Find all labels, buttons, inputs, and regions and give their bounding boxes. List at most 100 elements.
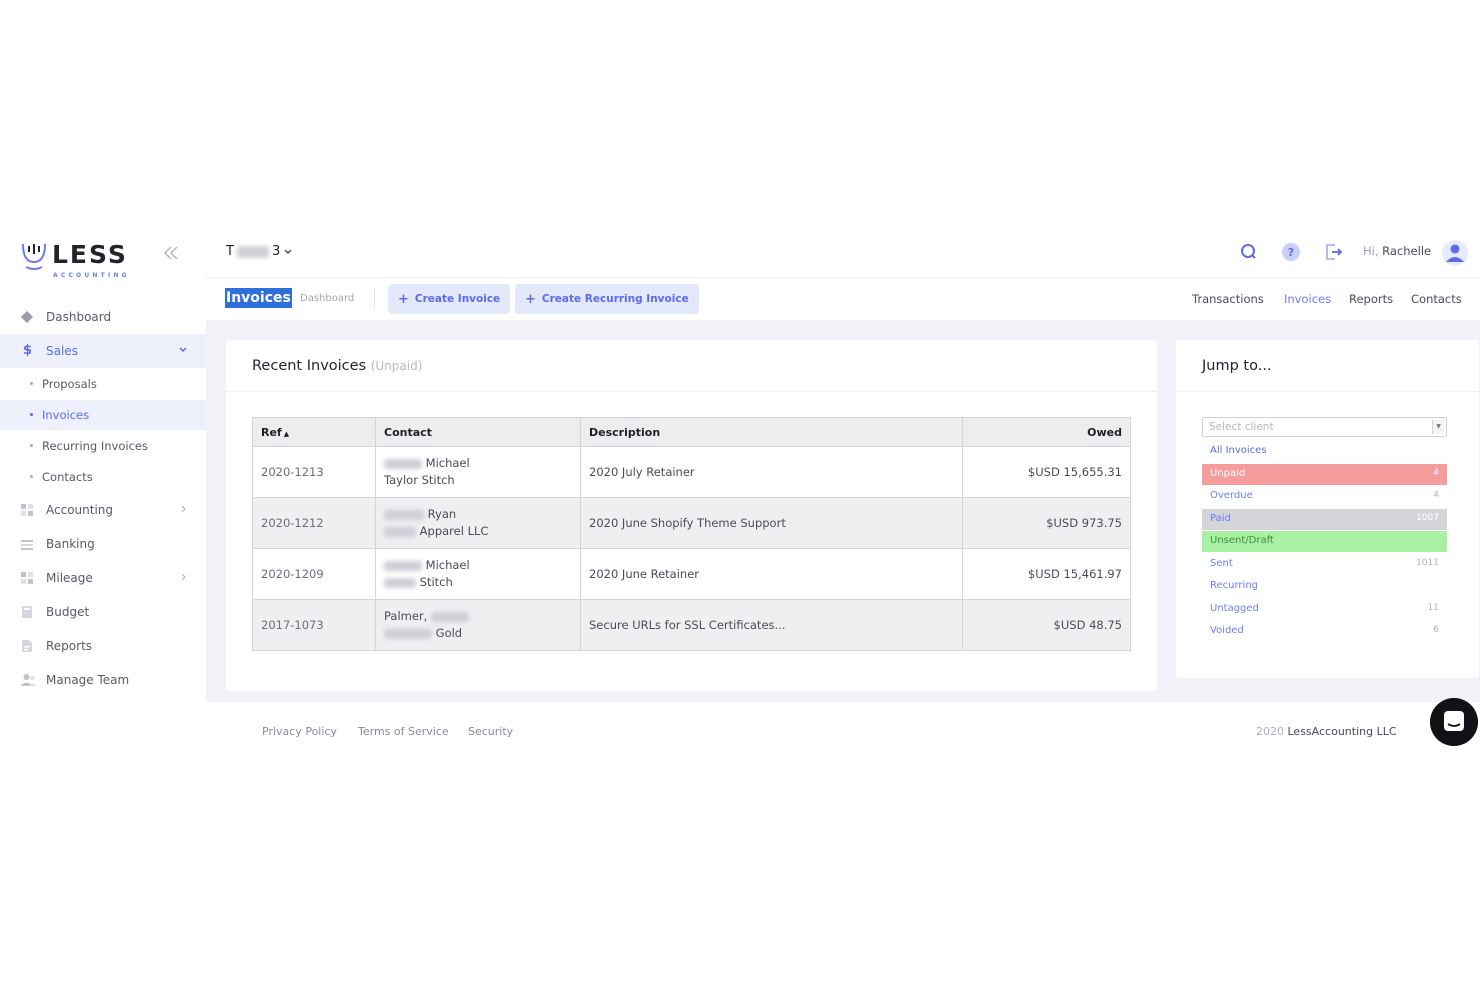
team-icon	[20, 674, 37, 686]
create-invoice-button[interactable]: + Create Invoice	[388, 284, 511, 314]
sidebar-subitem-invoices[interactable]: Invoices	[0, 400, 206, 430]
redacted-text	[384, 526, 416, 537]
filter-untagged[interactable]: Untagged 11	[1202, 599, 1447, 620]
sidebar-item-manage-team[interactable]: Manage Team	[0, 663, 206, 697]
client-select[interactable]: Select client ▼	[1202, 417, 1447, 437]
contact-line-2: Gold	[435, 626, 463, 640]
column-label: Ref	[261, 425, 282, 439]
dropdown-arrow-icon: ▼	[1432, 420, 1444, 434]
user-greeting: Hi, Rachelle	[1363, 244, 1431, 258]
table-row[interactable]: 2020-1212 Ryan Apparel LLC 2020 June Sho…	[252, 497, 1131, 549]
button-label: Create Recurring Invoice	[541, 293, 689, 305]
invoice-ref[interactable]: 2020-1213	[252, 446, 376, 498]
svg-text:?: ?	[1288, 246, 1294, 259]
card-title: Recent Invoices (Unpaid)	[252, 358, 422, 374]
contact-line-2: Stitch	[419, 575, 453, 589]
filter-unsent-draft[interactable]: Unsent/Draft	[1202, 531, 1447, 552]
sidebar-item-banking[interactable]: Banking	[0, 527, 206, 561]
column-description[interactable]: Description	[580, 417, 963, 447]
filter-label: Unpaid	[1210, 468, 1246, 479]
create-recurring-invoice-button[interactable]: + Create Recurring Invoice	[515, 284, 699, 314]
sidebar-subitem-contacts[interactable]: Contacts	[0, 462, 206, 492]
invoice-contact: Michael Stitch	[375, 548, 581, 600]
filter-count: 6	[1433, 625, 1439, 635]
filter-label: Unsent/Draft	[1210, 535, 1274, 546]
sidebar-subitem-proposals[interactable]: Proposals	[0, 369, 206, 399]
filter-label: Untagged	[1210, 603, 1259, 614]
card-header: Recent Invoices (Unpaid)	[226, 340, 1157, 392]
invoice-contact: Ryan Apparel LLC	[375, 497, 581, 549]
invoice-description: 2020 June Retainer	[580, 548, 963, 600]
terms-of-service-link[interactable]: Terms of Service	[358, 725, 449, 738]
filter-count: 4	[1433, 490, 1439, 500]
diamond-icon	[21, 311, 33, 323]
help-icon[interactable]: ?	[1280, 241, 1302, 263]
bank-icon	[21, 540, 33, 550]
contact-line-2: Taylor Stitch	[384, 473, 455, 487]
invoice-description: 2020 June Shopify Theme Support	[580, 497, 963, 549]
filter-label: Voided	[1210, 625, 1244, 636]
column-owed[interactable]: Owed	[962, 417, 1131, 447]
collapse-sidebar-icon[interactable]	[160, 242, 182, 264]
sidebar-item-sales[interactable]: $ Sales	[0, 334, 206, 368]
filter-paid[interactable]: Paid 1007	[1202, 509, 1447, 530]
sidebar-item-label: Manage Team	[46, 673, 130, 687]
search-icon[interactable]	[1237, 241, 1259, 263]
filter-sent[interactable]: Sent 1011	[1202, 554, 1447, 575]
security-link[interactable]: Security	[468, 725, 513, 738]
sidebar-item-reports[interactable]: Reports	[0, 629, 206, 663]
invoice-ref[interactable]: 2020-1212	[252, 497, 376, 549]
logo: LESS ACCOUNTING	[20, 240, 140, 284]
grid-icon	[21, 504, 33, 516]
redacted-text	[430, 611, 469, 622]
dollar-icon: $	[23, 343, 33, 358]
tab-transactions[interactable]: Transactions	[1192, 292, 1264, 306]
filter-recurring[interactable]: Recurring	[1202, 576, 1447, 597]
sidebar-item-label: Mileage	[46, 571, 93, 585]
redacted-text	[384, 509, 424, 520]
sidebar-subitem-label: Contacts	[42, 470, 93, 484]
contact-line-1: Michael	[425, 558, 470, 572]
tab-reports[interactable]: Reports	[1349, 292, 1393, 306]
privacy-policy-link[interactable]: Privacy Policy	[262, 725, 337, 738]
filter-count: 1011	[1416, 558, 1439, 568]
chat-launcher-icon[interactable]	[1430, 698, 1478, 746]
invoices-table: Ref ▲ Contact Description Owed 2020-1213 …	[252, 417, 1131, 651]
plus-icon: +	[525, 291, 536, 307]
invoice-ref[interactable]: 2017-1073	[252, 599, 376, 651]
table-row[interactable]: 2020-1213 Michael Taylor Stitch 2020 Jul…	[252, 446, 1131, 498]
sidebar-item-dashboard[interactable]: Dashboard	[0, 300, 206, 334]
contact-line-1: Palmer,	[384, 609, 428, 623]
sidebar-subitem-recurring-invoices[interactable]: Recurring Invoices	[0, 431, 206, 461]
filter-overdue[interactable]: Overdue 4	[1202, 486, 1447, 507]
redacted-text	[236, 245, 269, 258]
contact-line-1: Michael	[425, 456, 470, 470]
sidebar-subitem-label: Invoices	[42, 408, 90, 422]
filter-all-invoices[interactable]: All Invoices	[1202, 441, 1447, 462]
invoice-ref[interactable]: 2020-1209	[252, 548, 376, 600]
copyright-company: LessAccounting LLC	[1287, 725, 1397, 738]
company-switcher[interactable]: T 3	[226, 244, 293, 259]
plus-icon: +	[398, 291, 409, 307]
redacted-text	[384, 458, 422, 469]
avatar[interactable]	[1442, 240, 1468, 266]
sidebar-item-budget[interactable]: Budget	[0, 595, 206, 629]
filter-label: Sent	[1210, 558, 1233, 569]
sidebar-item-accounting[interactable]: Accounting	[0, 493, 206, 527]
dashboard-link[interactable]: Dashboard	[300, 293, 354, 304]
calculator-icon	[22, 606, 32, 618]
recent-invoices-title: Recent Invoices	[252, 358, 367, 374]
filter-unpaid[interactable]: Unpaid 4	[1202, 464, 1447, 485]
filter-voided[interactable]: Voided 6	[1202, 621, 1447, 642]
column-contact[interactable]: Contact	[375, 417, 581, 447]
sidebar-item-label: Banking	[46, 537, 95, 551]
table-header-row: Ref ▲ Contact Description Owed	[252, 417, 1131, 447]
table-row[interactable]: 2017-1073 Palmer, Gold Secure URLs for S…	[252, 599, 1131, 651]
column-ref[interactable]: Ref ▲	[252, 417, 376, 447]
table-row[interactable]: 2020-1209 Michael Stitch 2020 June Retai…	[252, 548, 1131, 600]
sidebar-item-mileage[interactable]: Mileage	[0, 561, 206, 595]
tab-contacts[interactable]: Contacts	[1411, 292, 1462, 306]
tab-invoices[interactable]: Invoices	[1284, 292, 1331, 306]
filter-label: Overdue	[1210, 490, 1253, 501]
logout-icon[interactable]	[1323, 241, 1345, 263]
